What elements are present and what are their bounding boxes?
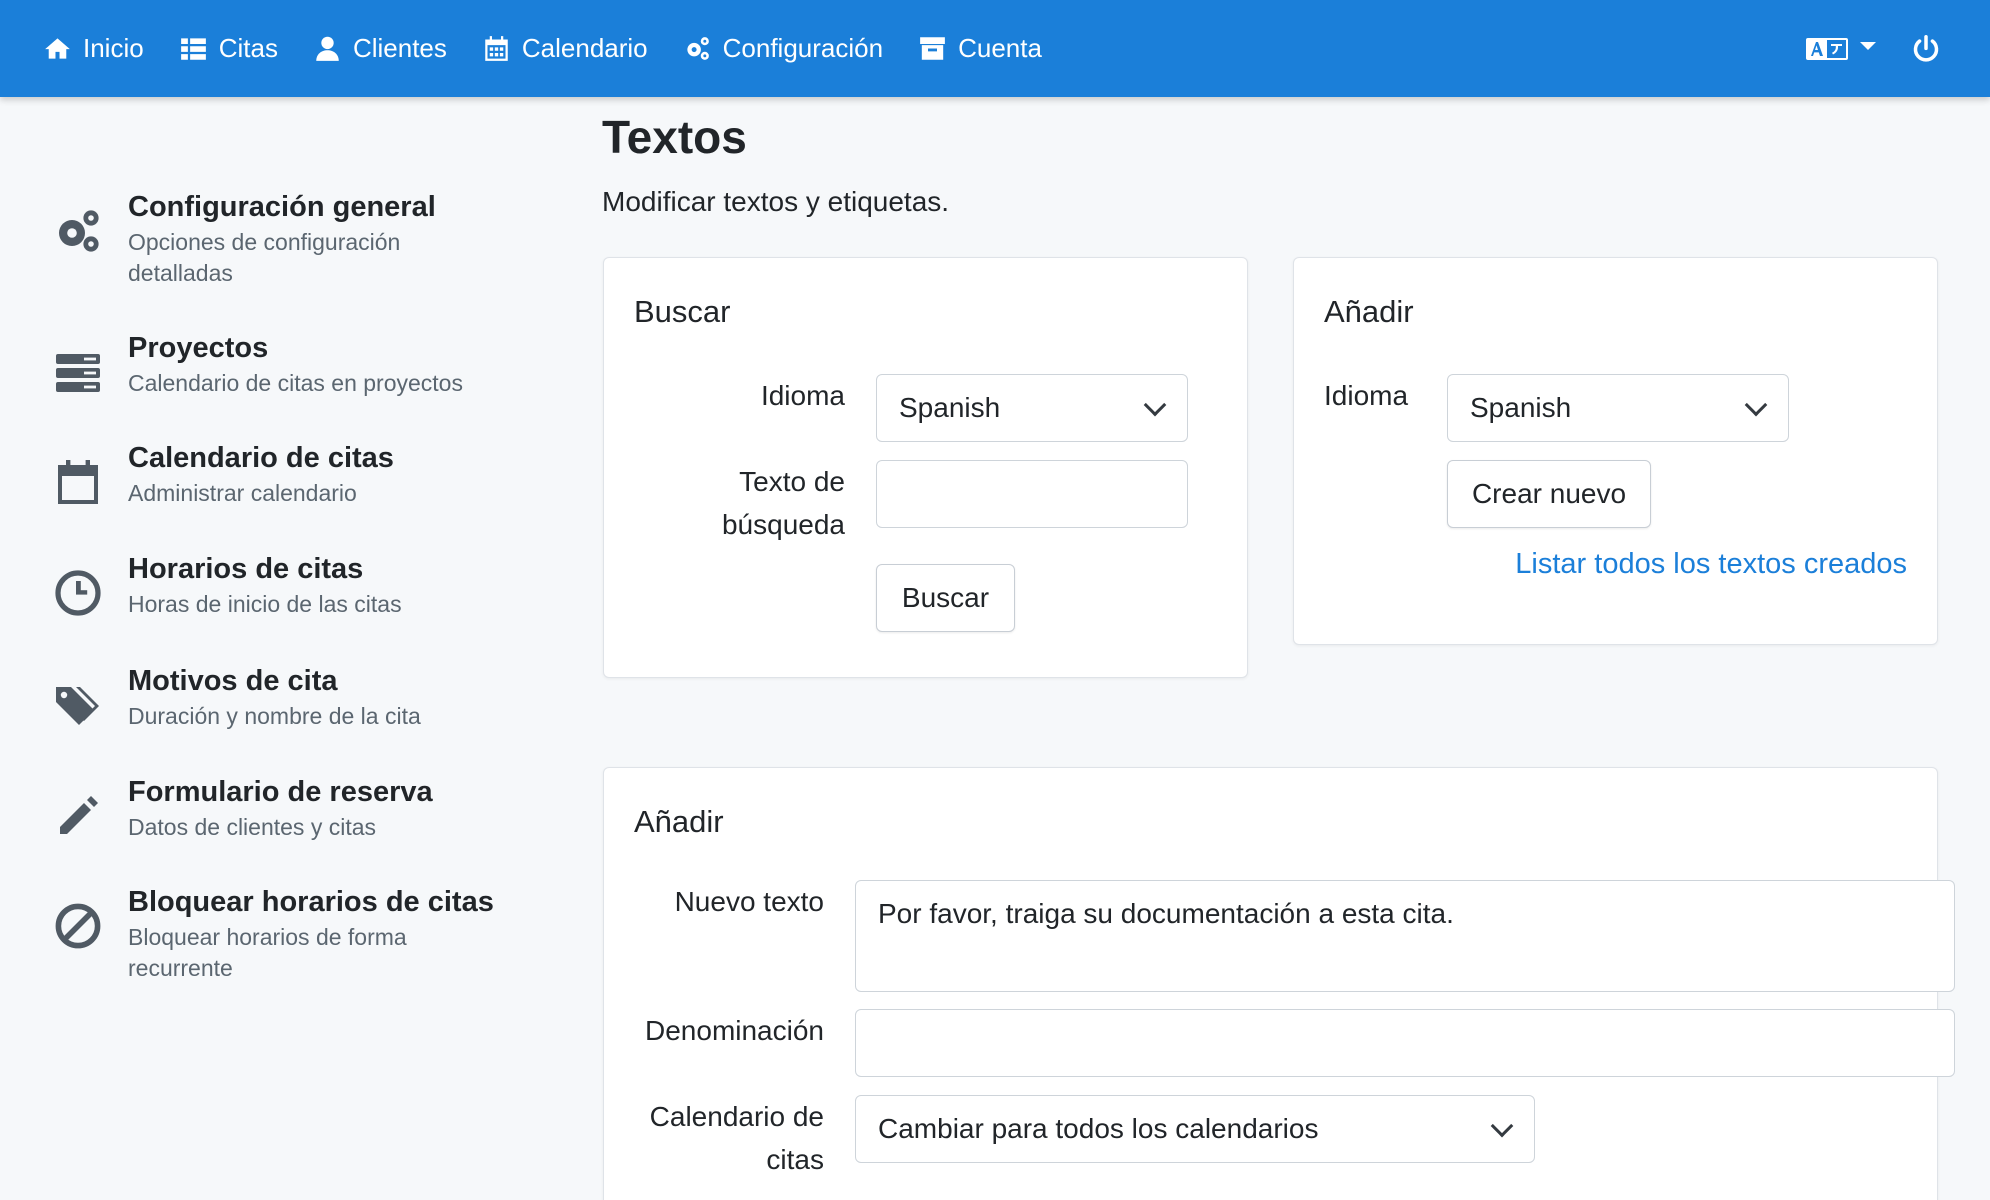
add-card-title: Añadir bbox=[1324, 294, 1414, 329]
chevron-down-icon bbox=[1744, 393, 1768, 417]
sidebar-item-subtitle: Calendario de citas en proyectos bbox=[128, 370, 463, 396]
nav-clientes[interactable]: Clientes bbox=[314, 0, 447, 97]
sidebar-item-title: Proyectos bbox=[128, 332, 269, 364]
nav-cuenta[interactable]: Cuenta bbox=[919, 0, 1042, 97]
nav-configuracion[interactable]: Configuración bbox=[684, 0, 883, 97]
user-icon bbox=[316, 36, 339, 61]
search-card: Buscar Idioma Spanish Texto de búsqueda … bbox=[603, 257, 1248, 678]
nav-label: Cuenta bbox=[958, 33, 1042, 63]
clock-icon bbox=[54, 569, 102, 617]
sidebar-item-proyectos[interactable]: Proyectos Calendario de citas en proyect… bbox=[54, 330, 524, 399]
sidebar-item-motivos[interactable]: Motivos de cita Duración y nombre de la … bbox=[54, 663, 524, 732]
add-form-title: Añadir bbox=[634, 804, 724, 839]
create-new-button[interactable]: Crear nuevo bbox=[1447, 460, 1651, 528]
nav-calendario[interactable]: Calendario bbox=[483, 0, 648, 97]
sidebar-item-subtitle: Bloquear horarios de forma recurrente bbox=[128, 924, 407, 981]
search-button[interactable]: Buscar bbox=[876, 564, 1015, 632]
search-language-select[interactable]: Spanish bbox=[876, 374, 1188, 442]
chevron-down-icon bbox=[1490, 1114, 1514, 1138]
page-title: Textos bbox=[602, 111, 747, 163]
sidebar-item-subtitle: Horas de inicio de las citas bbox=[128, 591, 402, 617]
search-card-title: Buscar bbox=[634, 294, 731, 329]
chevron-down-icon bbox=[1143, 393, 1167, 417]
sidebar-item-title: Horarios de citas bbox=[128, 553, 364, 585]
language-dropdown[interactable] bbox=[1806, 36, 1876, 62]
calendar-label: Calendario de citas bbox=[649, 1101, 824, 1175]
new-text-label: Nuevo texto bbox=[674, 886, 824, 917]
list-all-texts-link[interactable]: Listar todos los textos creados bbox=[1515, 548, 1907, 581]
add-text-form-card: Añadir Nuevo texto Por favor, traiga su … bbox=[603, 767, 1955, 1200]
add-language-select[interactable]: Spanish bbox=[1447, 374, 1789, 442]
select-value: Spanish bbox=[1470, 392, 1572, 423]
ban-icon bbox=[54, 902, 102, 950]
sidebar-item-title: Formulario de reserva bbox=[128, 776, 433, 808]
nav-label: Citas bbox=[218, 33, 278, 63]
page-subtitle: Modificar textos y etiquetas. bbox=[602, 186, 950, 217]
sidebar-item-horarios[interactable]: Horarios de citas Horas de inicio de las… bbox=[54, 551, 524, 620]
gears-icon bbox=[54, 207, 102, 255]
calendar-icon bbox=[54, 458, 102, 506]
nav-citas[interactable]: Citas bbox=[180, 0, 278, 97]
server-icon bbox=[54, 348, 102, 396]
nav-label: Calendario bbox=[521, 33, 648, 63]
new-text-textarea[interactable]: Por favor, traiga su documentación a est… bbox=[855, 880, 1955, 992]
sidebar-item-bloquear[interactable]: Bloquear horarios de citas Bloquear hora… bbox=[54, 884, 524, 984]
search-text-input[interactable] bbox=[876, 460, 1188, 528]
sidebar-item-title: Bloquear horarios de citas bbox=[128, 886, 494, 918]
tags-icon bbox=[54, 681, 102, 729]
inbox-icon bbox=[920, 37, 945, 60]
search-text-label: Texto de búsqueda bbox=[721, 466, 845, 540]
nav-label: Clientes bbox=[352, 33, 447, 63]
sidebar-item-calendario[interactable]: Calendario de citas Administrar calendar… bbox=[54, 440, 524, 509]
sidebar-item-subtitle: Opciones de configuración detalladas bbox=[128, 229, 401, 286]
chevron-down-icon bbox=[1860, 41, 1876, 50]
calendar-select[interactable]: Cambiar para todos los calendarios bbox=[855, 1095, 1535, 1163]
translate-icon bbox=[1806, 37, 1848, 60]
nav-label: Configuración bbox=[722, 33, 884, 63]
sidebar-item-subtitle: Datos de clientes y citas bbox=[128, 814, 377, 840]
language-label: Idioma bbox=[1324, 380, 1409, 411]
sidebar-item-title: Configuración general bbox=[128, 191, 436, 223]
sidebar-item-subtitle: Administrar calendario bbox=[128, 480, 357, 506]
nav-label: Inicio bbox=[83, 33, 144, 63]
sidebar-item-general[interactable]: Configuración general Opciones de config… bbox=[54, 189, 524, 289]
denomination-label: Denominación bbox=[645, 1015, 824, 1046]
select-value: Cambiar para todos los calendarios bbox=[878, 1113, 1319, 1144]
power-icon[interactable] bbox=[1912, 34, 1940, 63]
sidebar-item-formulario[interactable]: Formulario de reserva Datos de clientes … bbox=[54, 774, 524, 843]
language-label: Idioma bbox=[760, 380, 845, 411]
select-value: Spanish bbox=[899, 392, 1001, 423]
sidebar-item-subtitle: Duración y nombre de la cita bbox=[128, 703, 421, 729]
sidebar-item-title: Calendario de citas bbox=[128, 442, 394, 474]
gears-icon bbox=[687, 37, 709, 60]
denomination-input[interactable] bbox=[855, 1009, 1955, 1077]
home-icon bbox=[45, 38, 70, 59]
list-icon bbox=[180, 38, 206, 60]
nav-inicio[interactable]: Inicio bbox=[44, 0, 144, 97]
add-card: Añadir Idioma Spanish Crear nuevo Listar… bbox=[1293, 257, 1938, 645]
top-navbar: Inicio Citas Clientes Calendario Configu… bbox=[0, 0, 1990, 97]
sidebar-item-title: Motivos de cita bbox=[128, 665, 338, 697]
navbar-right bbox=[1806, 0, 1990, 97]
pencil-icon bbox=[54, 792, 102, 840]
calendar-icon bbox=[485, 36, 508, 61]
